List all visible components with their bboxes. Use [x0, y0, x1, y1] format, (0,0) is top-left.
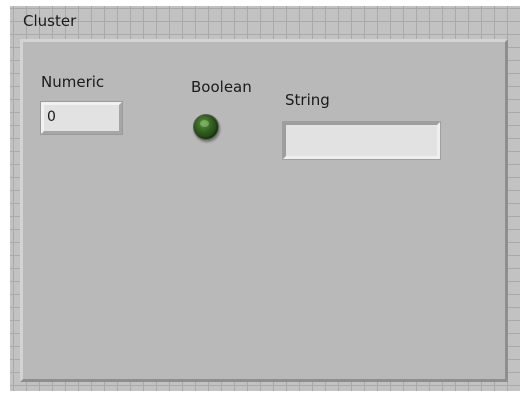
boolean-led-indicator[interactable]	[193, 114, 219, 140]
numeric-label: Numeric	[41, 73, 105, 91]
boolean-label: Boolean	[191, 78, 252, 96]
numeric-value: 0	[47, 109, 56, 125]
string-label: String	[285, 91, 330, 109]
numeric-field[interactable]: 0	[40, 101, 123, 135]
led-highlight	[200, 120, 209, 127]
front-panel: Cluster Numeric 0 Boolean String	[10, 6, 520, 391]
cluster-label: Cluster	[23, 12, 77, 30]
string-field[interactable]	[282, 121, 441, 160]
